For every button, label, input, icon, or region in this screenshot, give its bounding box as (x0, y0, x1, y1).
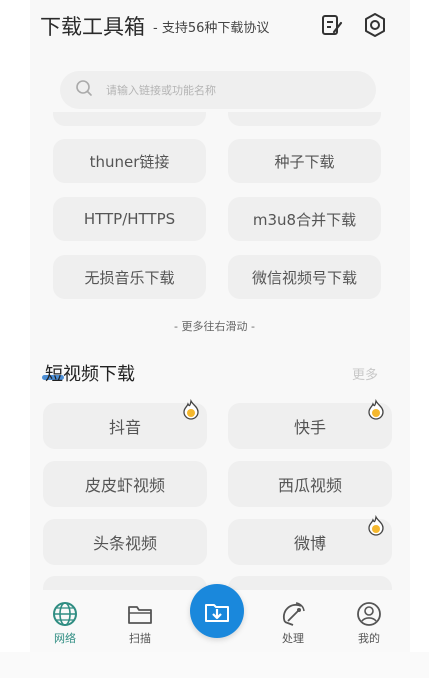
nav-item-mine[interactable]: 我的 (339, 600, 399, 646)
satellite-icon (282, 602, 305, 626)
download-icon (205, 604, 229, 622)
video-button-xigua[interactable]: 西瓜视频 (228, 461, 392, 507)
hot-badge-icon (366, 514, 386, 537)
tool-button-hidden-row[interactable] (228, 112, 381, 126)
tool-button-lossless-music[interactable]: 无损音乐下载 (53, 255, 206, 299)
search-icon (74, 78, 94, 102)
download-fab-button[interactable] (190, 584, 244, 638)
section-title: 短视频下载 (45, 364, 135, 385)
tool-button-torrent[interactable]: 种子下载 (228, 139, 381, 183)
nav-label: 处理 (282, 632, 304, 645)
nav-item-scan[interactable]: 扫描 (110, 600, 170, 646)
tool-button-http[interactable]: HTTP/HTTPS (53, 197, 206, 241)
hot-badge-icon (181, 398, 201, 421)
video-button-label: 皮皮虾视频 (84, 476, 165, 495)
video-button-label: 头条视频 (92, 534, 157, 553)
video-button-label: 快手 (293, 418, 326, 437)
nav-label: 网络 (54, 632, 76, 645)
video-button-hidden-row[interactable] (228, 576, 392, 590)
nav-item-network[interactable]: 网络 (35, 600, 95, 646)
video-button-label: 西瓜视频 (277, 476, 342, 495)
tool-button-thunder[interactable]: thuner链接 (53, 139, 206, 183)
system-bottom-bar (0, 652, 429, 678)
hot-badge-icon (366, 398, 386, 421)
app-subtitle: - 支持56种下载协议 (153, 20, 270, 36)
video-button-weibo[interactable]: 微博 (228, 514, 392, 565)
nav-label: 我的 (358, 632, 380, 645)
nav-item-process[interactable]: 处理 (263, 600, 323, 646)
video-button-label: 抖音 (108, 418, 141, 437)
tool-button-wechat-video[interactable]: 微信视频号下载 (228, 255, 381, 299)
video-button-hidden-row[interactable] (43, 576, 207, 590)
search-input[interactable] (106, 83, 356, 97)
phone-screen: 下载工具箱 - 支持56种下载协议 thuner链接 种子下载 HTTP/HTT… (0, 0, 429, 678)
nav-label: 扫描 (129, 632, 151, 645)
globe-icon (53, 602, 77, 626)
video-button-kuaishou[interactable]: 快手 (228, 398, 392, 449)
video-button-label: 微博 (293, 534, 326, 553)
video-button-pipixia[interactable]: 皮皮虾视频 (43, 461, 207, 507)
folder-icon (128, 606, 152, 624)
edit-note-icon[interactable] (319, 12, 345, 38)
video-button-toutiao[interactable]: 头条视频 (43, 519, 207, 565)
app-header: 下载工具箱 - 支持56种下载协议 (40, 10, 400, 42)
tool-button-hidden-row[interactable] (53, 112, 206, 126)
search-bar[interactable] (60, 71, 376, 109)
section-more-link[interactable]: 更多 (352, 364, 378, 383)
video-button-douyin[interactable]: 抖音 (43, 398, 207, 449)
app-title: 下载工具箱 (40, 15, 145, 39)
settings-gear-icon[interactable] (362, 12, 388, 38)
tool-button-m3u8[interactable]: m3u8合并下载 (228, 197, 381, 241)
scroll-hint: - 更多往右滑动 - (174, 320, 255, 333)
user-icon (357, 602, 381, 626)
